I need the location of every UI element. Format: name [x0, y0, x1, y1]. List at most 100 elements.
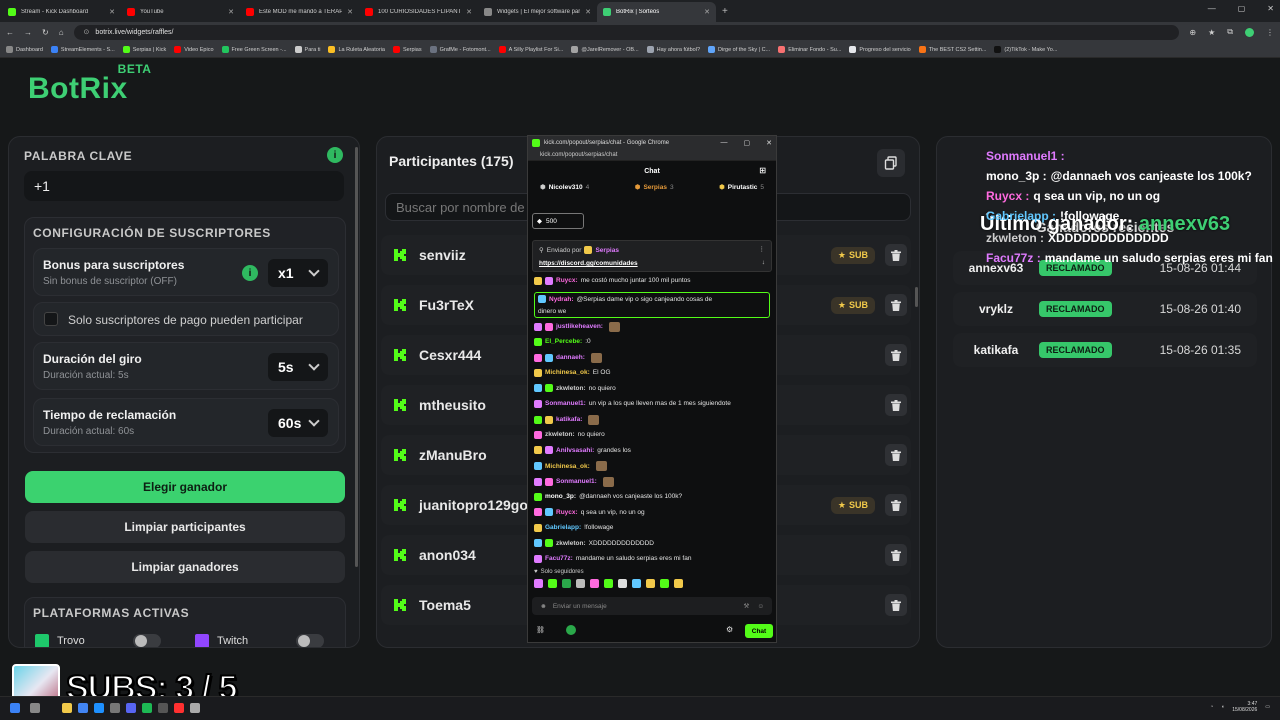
delete-participant-button[interactable] [885, 294, 907, 316]
tab-close-icon[interactable]: ✕ [466, 8, 472, 16]
bookmark-item[interactable]: Eliminar Fondo - Su... [778, 46, 841, 53]
kick-rewards-icon[interactable] [566, 625, 576, 635]
clear-winners-button[interactable]: Limpiar ganadores [25, 551, 345, 583]
menu-icon[interactable]: ⋮ [1266, 28, 1274, 37]
tab-close-icon[interactable]: ✕ [109, 8, 115, 16]
expand-icon[interactable]: ↓ [762, 259, 765, 266]
participants-scrollbar[interactable] [915, 287, 918, 307]
bookmark-item[interactable]: Progreso del servicio [849, 46, 911, 53]
chat-username[interactable]: justlikeheaven: [556, 322, 603, 331]
delete-participant-button[interactable] [885, 444, 907, 466]
volume-icon[interactable]: ◖ [1221, 704, 1224, 710]
bookmark-item[interactable]: Serpias | Kick [122, 46, 166, 53]
maximize-icon[interactable]: ▢ [744, 139, 751, 147]
spin-duration-select[interactable]: 5s [268, 353, 328, 381]
minimize-icon[interactable]: — [1208, 4, 1216, 13]
browser-tab[interactable]: Stream - Kick Dashboard ✕ [2, 2, 121, 22]
app-icon[interactable] [94, 703, 104, 713]
bookmark-item[interactable]: Video Epico [174, 46, 214, 53]
bonus-info-icon[interactable]: i [242, 265, 258, 281]
bookmark-item[interactable]: Dashboard [6, 46, 43, 53]
info-icon[interactable]: i [327, 147, 343, 163]
browser-tab[interactable]: BotRix | Sorteos ✕ [597, 2, 716, 22]
chat-username[interactable]: zkwleton: [545, 430, 575, 439]
emote-icon[interactable] [562, 579, 571, 588]
delete-participant-button[interactable] [885, 244, 907, 266]
bookmark-star-icon[interactable]: ★ [1208, 28, 1215, 37]
zoom-icon[interactable]: ⊕ [1189, 28, 1196, 37]
reload-icon[interactable]: ↻ [42, 28, 49, 37]
bookmark-item[interactable]: Free Green Screen -... [221, 46, 287, 53]
clock[interactable]: 3:47 15/08/2026 [1232, 701, 1257, 713]
chat-username[interactable]: Ruycx: [556, 276, 578, 285]
extensions-icon[interactable]: ⧉ [1227, 27, 1233, 37]
obs-icon[interactable] [174, 703, 184, 713]
bookmark-item[interactable]: @JarelRemover - OB... [571, 46, 639, 53]
bookmark-item[interactable]: Para ti [294, 46, 320, 53]
pinned-link[interactable]: https://discord.gg/comunidades [539, 260, 638, 267]
emote-icon[interactable] [548, 579, 557, 588]
url-input[interactable]: ⊙ botrix.live/widgets/raffles/ [73, 24, 1180, 40]
new-tab-button[interactable]: + [722, 6, 728, 17]
delete-participant-button[interactable] [885, 394, 907, 416]
bookmark-item[interactable]: (2)TikTok - Make Yo... [994, 46, 1057, 53]
delete-participant-button[interactable] [885, 344, 907, 366]
pick-winner-button[interactable]: Elegir ganador [25, 471, 345, 503]
bookmark-item[interactable]: GrafMe - Fotomont... [429, 46, 491, 53]
points-badge[interactable]: ◆ 500 [532, 213, 584, 229]
leaderboard-entry[interactable]: ⬢ Nicolev310 4 [540, 183, 589, 192]
trovo-toggle[interactable] [132, 634, 161, 647]
share-icon[interactable]: ⛓ [536, 626, 545, 634]
browser-tab[interactable]: 100 CURIOSIDADES FLIPANTES ✕ [359, 2, 478, 22]
bookmark-item[interactable]: Hay ahora fútbol? [646, 46, 700, 53]
browser-tab[interactable]: YouTube ✕ [121, 2, 240, 22]
settings-scrollbar[interactable] [355, 147, 358, 567]
emote-icon[interactable] [646, 579, 655, 588]
app-icon[interactable] [190, 703, 200, 713]
browser-tab[interactable]: Este MOD me mandó a TERAPIA ✕ [240, 2, 359, 22]
tab-close-icon[interactable]: ✕ [585, 8, 591, 16]
site-info-icon[interactable]: ⊙ [84, 28, 90, 36]
leaderboard-entry[interactable]: ⬢ Pirutastic 5 [719, 183, 764, 192]
notification-icon[interactable]: ▭ [1265, 704, 1270, 710]
chat-username[interactable]: Michinesa_ok: [545, 368, 590, 377]
chat-username[interactable]: Anilvsasahi: [556, 446, 594, 455]
bookmark-item[interactable]: StreamElements - S... [50, 46, 115, 53]
emote-icon[interactable] [632, 579, 641, 588]
emote-icon[interactable] [534, 579, 543, 588]
emote-icon[interactable] [576, 579, 585, 588]
claim-time-select[interactable]: 60s [268, 409, 328, 437]
chat-username[interactable]: katikafa: [556, 415, 582, 424]
chat-username[interactable]: dannaeh: [556, 353, 585, 362]
chat-username[interactable]: Sonmanuel1: [556, 477, 597, 486]
chat-username[interactable]: Facu77z: [545, 554, 573, 563]
chrome-icon[interactable] [78, 703, 88, 713]
emote-icon[interactable] [660, 579, 669, 588]
app-icon[interactable] [158, 703, 168, 713]
spotify-icon[interactable] [142, 703, 152, 713]
discord-icon[interactable] [126, 703, 136, 713]
bookmark-item[interactable]: Dirge of the Sky | C... [708, 46, 770, 53]
chat-username[interactable]: Nydrah: [549, 295, 574, 304]
minimize-icon[interactable]: — [721, 139, 728, 147]
browser-tab[interactable]: Widgets | El mejor software par ✕ [478, 2, 597, 22]
delete-participant-button[interactable] [885, 494, 907, 516]
chat-message-input[interactable]: ☻ Enviar un mensaje ⚒ ☺ [532, 597, 772, 615]
paid-only-row[interactable]: Solo suscriptores de pago pueden partici… [33, 302, 339, 336]
emote-icon[interactable] [618, 579, 627, 588]
chat-username[interactable]: Sonmanuel1: [545, 399, 586, 408]
file-explorer-icon[interactable] [62, 703, 72, 713]
windows-start-icon[interactable] [10, 703, 20, 713]
keyword-input[interactable]: +1 [24, 171, 344, 201]
bookmark-item[interactable]: A Silly Playlist For Si... [498, 46, 563, 53]
chat-username[interactable]: El_Percebe: [545, 337, 582, 346]
home-icon[interactable]: ⌂ [59, 28, 64, 37]
emote-icon[interactable] [590, 579, 599, 588]
app-icon[interactable] [110, 703, 120, 713]
chat-username[interactable]: mono_3p: [545, 492, 576, 501]
tab-close-icon[interactable]: ✕ [228, 8, 234, 16]
forward-icon[interactable]: → [24, 28, 32, 37]
copy-button[interactable] [877, 149, 905, 177]
bookmark-item[interactable]: La Ruleta Aleatoria [328, 46, 385, 53]
wifi-icon[interactable]: ◔ [1210, 704, 1213, 710]
